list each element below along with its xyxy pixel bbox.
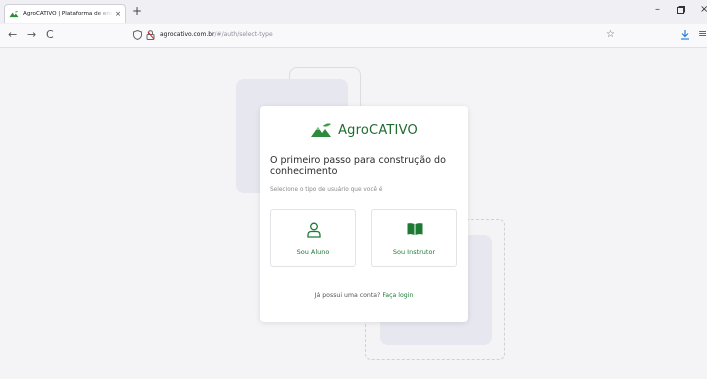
restore-button[interactable]: [677, 4, 685, 18]
tab-title: AgroCATIVO | Plataforma de ensino: [23, 11, 114, 17]
agrocativo-favicon-icon: [9, 10, 19, 18]
minimize-button[interactable]: –: [655, 4, 660, 16]
forward-icon[interactable]: →: [27, 29, 36, 41]
browser-tab-bar: AgroCATIVO | Plataforma de ensino × + – …: [0, 0, 707, 24]
lock-icon[interactable]: [146, 30, 155, 40]
close-window-button[interactable]: ×: [700, 4, 707, 16]
url-path: /#/auth/select-type: [214, 31, 273, 38]
browser-tab[interactable]: AgroCATIVO | Plataforma de ensino ×: [4, 4, 126, 23]
bookmark-star-icon[interactable]: ☆: [606, 29, 615, 40]
login-prompt: Já possui uma conta? Faça login: [260, 292, 468, 299]
subtitle: Selecione o tipo de usuário que você é: [270, 187, 383, 193]
url-bar[interactable]: agrocativo.com.br/#/auth/select-type ☆: [124, 27, 630, 45]
sou-instrutor-button[interactable]: Sou Instrutor: [371, 209, 457, 267]
shield-icon[interactable]: [133, 30, 142, 40]
brand-logo: AgroCATIVO: [260, 122, 468, 138]
menu-icon[interactable]: ≡: [698, 27, 707, 40]
brand-name: AgroCATIVO: [338, 122, 418, 138]
sou-aluno-button[interactable]: Sou Aluno: [270, 209, 356, 267]
login-prompt-text: Já possui uma conta?: [314, 292, 381, 299]
user-icon: [307, 222, 321, 238]
tab-close-icon[interactable]: ×: [115, 10, 121, 18]
page-background: AgroCATIVO O primeiro passo para constru…: [0, 49, 707, 379]
back-icon[interactable]: ←: [8, 29, 17, 41]
sou-instrutor-label: Sou Instrutor: [392, 248, 436, 256]
sou-aluno-label: Sou Aluno: [296, 248, 330, 256]
download-icon[interactable]: [680, 29, 690, 40]
restore-icon: [677, 6, 685, 14]
new-tab-button[interactable]: +: [132, 5, 142, 17]
url-text[interactable]: agrocativo.com.br/#/auth/select-type: [160, 31, 273, 38]
url-domain: agrocativo.com.br: [160, 31, 215, 38]
select-type-card: AgroCATIVO O primeiro passo para constru…: [260, 106, 468, 322]
book-icon: [407, 223, 423, 235]
login-link[interactable]: Faça login: [382, 292, 413, 299]
page-title: O primeiro passo para construção do conh…: [270, 155, 446, 177]
browser-nav-bar: ← → C agrocativo.com.br/#/auth/select-ty…: [0, 24, 707, 48]
reload-icon[interactable]: C: [46, 29, 54, 41]
agrocativo-logo-icon: [311, 123, 332, 137]
